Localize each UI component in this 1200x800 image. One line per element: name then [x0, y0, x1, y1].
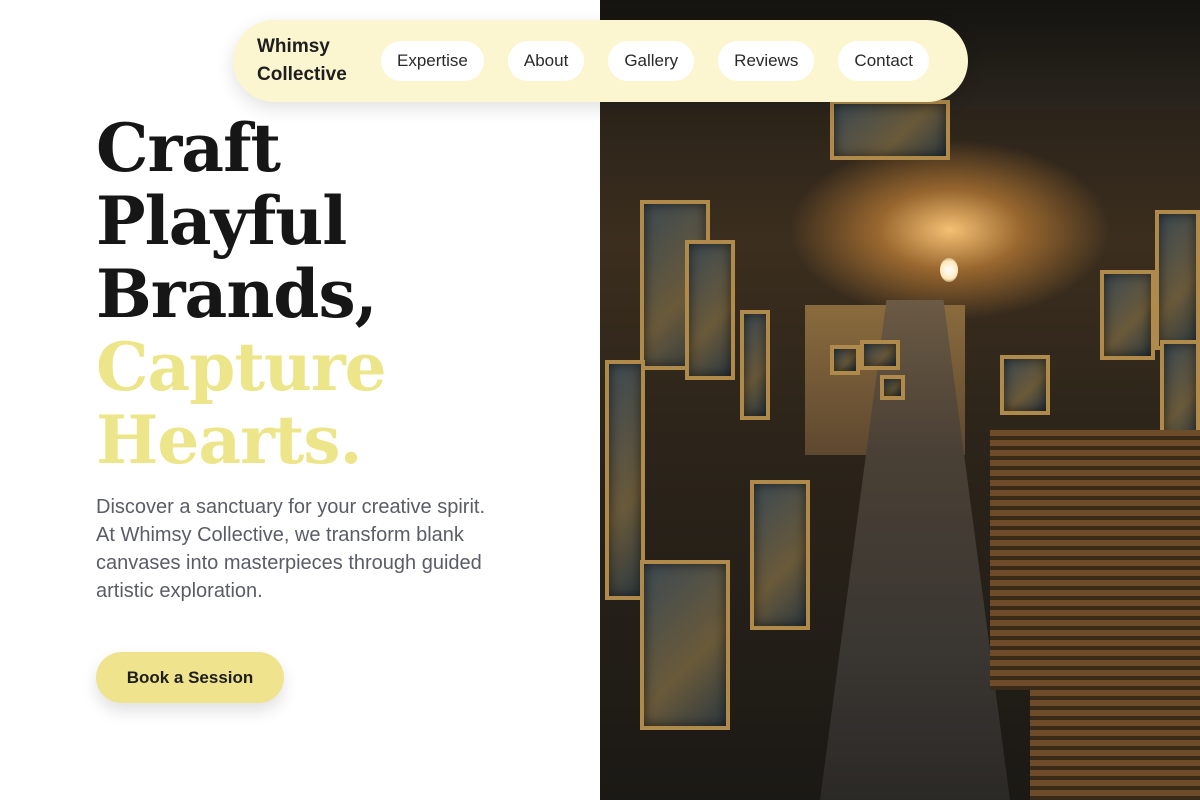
painting-frame: [830, 345, 860, 375]
nav-link-reviews[interactable]: Reviews: [718, 41, 815, 81]
nav-links: Expertise About Gallery Reviews Contact: [381, 41, 930, 81]
headline-line: Playful: [96, 182, 347, 260]
painting-frame: [750, 480, 810, 630]
nav-link-contact[interactable]: Contact: [838, 41, 930, 81]
painting-frame: [640, 560, 730, 730]
headline-accent-line: Capture: [96, 328, 387, 406]
brand-line-2: Collective: [257, 64, 347, 85]
painting-frame: [685, 240, 735, 380]
hero-description: Discover a sanctuary for your creative s…: [96, 496, 486, 602]
headline-line: Craft: [96, 109, 281, 187]
painting-frame: [860, 340, 900, 370]
headline-line: Brands,: [96, 255, 378, 333]
brand-line-1: Whimsy: [257, 36, 330, 57]
canvas-stack: [1030, 620, 1200, 800]
brand-logo-text[interactable]: Whimsy Collective: [257, 33, 375, 89]
headline-accent-line: Hearts.: [96, 401, 363, 479]
painting-frame: [1000, 355, 1050, 415]
painting-frame: [1155, 210, 1200, 350]
book-session-button[interactable]: Book a Session: [96, 652, 284, 703]
light-bulb-icon: [940, 258, 958, 282]
painting-frame: [880, 375, 905, 400]
painting-frame: [1100, 270, 1155, 360]
painting-frame: [830, 100, 950, 160]
nav-link-gallery[interactable]: Gallery: [608, 41, 695, 81]
nav-link-about[interactable]: About: [507, 41, 585, 81]
nav-link-expertise[interactable]: Expertise: [381, 41, 484, 81]
hero-photo: [600, 0, 1200, 800]
top-navigation: Whimsy Collective Expertise About Galler…: [233, 20, 968, 102]
hero-headline: Craft Playful Brands, Capture Hearts.: [96, 112, 576, 477]
painting-frame: [605, 360, 645, 600]
painting-frame: [740, 310, 770, 420]
